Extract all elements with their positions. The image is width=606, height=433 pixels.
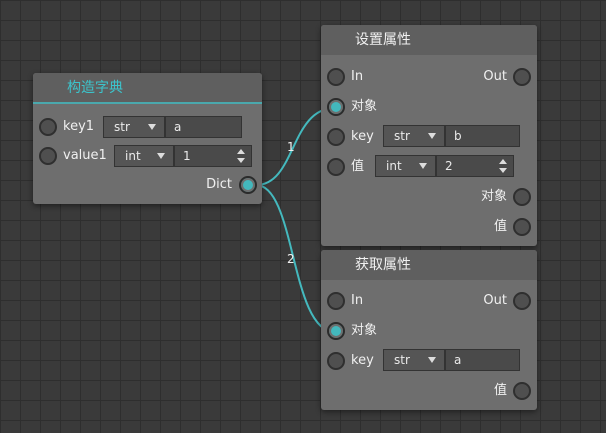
- key1-type-value: str: [114, 120, 130, 134]
- chevron-down-icon: [428, 133, 436, 139]
- value1-label: value1: [63, 148, 107, 163]
- key-type-select[interactable]: str: [383, 125, 445, 147]
- node-title: 构造字典: [67, 80, 123, 96]
- key-label: key: [351, 353, 374, 368]
- object-output-row: 对象: [321, 183, 537, 213]
- value-input-port[interactable]: [327, 158, 345, 176]
- node-graph-canvas[interactable]: 1 2 构造字典 key1 str a value1 int 1 Dict 设置…: [0, 0, 606, 433]
- dict-output-row: Dict: [33, 172, 262, 202]
- chevron-down-icon: [148, 124, 156, 130]
- key-value: b: [454, 129, 462, 143]
- key1-row: key1 str a: [33, 114, 262, 144]
- spin-down-icon[interactable]: [237, 158, 245, 163]
- node-set-attribute[interactable]: 设置属性 In Out 对象 key str b 值 int 2 对象 值: [321, 25, 537, 246]
- value-output-port[interactable]: [513, 382, 531, 400]
- key-input-port[interactable]: [327, 352, 345, 370]
- object-input-port[interactable]: [327, 322, 345, 340]
- node-get-attribute[interactable]: 获取属性 In Out 对象 key str a 值: [321, 250, 537, 410]
- spin-up-icon[interactable]: [499, 159, 507, 164]
- wire-label-1: 1: [287, 140, 295, 154]
- spin-up-icon[interactable]: [237, 149, 245, 154]
- node-header[interactable]: 获取属性: [321, 250, 537, 280]
- dict-output-port[interactable]: [239, 176, 257, 194]
- object-row: 对象: [321, 93, 537, 123]
- in-exec-port[interactable]: [327, 68, 345, 86]
- object-output-port[interactable]: [513, 188, 531, 206]
- key-value-input[interactable]: b: [445, 125, 520, 147]
- chevron-down-icon: [157, 153, 165, 159]
- value-output-row: 值: [321, 213, 537, 243]
- object-input-port[interactable]: [327, 98, 345, 116]
- key1-type-select[interactable]: str: [103, 116, 165, 138]
- key1-label: key1: [63, 119, 95, 134]
- value1-number-stepper[interactable]: 1: [174, 145, 252, 167]
- key-label: key: [351, 129, 374, 144]
- key1-input-port[interactable]: [39, 118, 57, 136]
- node-header[interactable]: 构造字典: [33, 73, 262, 104]
- value1-input-port[interactable]: [39, 147, 57, 165]
- node-make-dict[interactable]: 构造字典 key1 str a value1 int 1 Dict: [33, 73, 262, 204]
- value-output-row: 值: [321, 377, 537, 407]
- key-row: key str b: [321, 123, 537, 153]
- node-title: 设置属性: [355, 32, 411, 48]
- value1-type-value: int: [125, 149, 141, 163]
- key-input-port[interactable]: [327, 128, 345, 146]
- value-number-stepper[interactable]: 2: [436, 155, 514, 177]
- spin-down-icon[interactable]: [499, 168, 507, 173]
- node-header[interactable]: 设置属性: [321, 25, 537, 55]
- key1-value-input[interactable]: a: [165, 116, 242, 138]
- node-title: 获取属性: [355, 257, 411, 273]
- object-row: 对象: [321, 317, 537, 347]
- exec-row: In Out: [321, 63, 537, 93]
- in-label: In: [351, 293, 364, 308]
- value-type-select[interactable]: int: [375, 155, 436, 177]
- out-exec-port[interactable]: [513, 68, 531, 86]
- value-type-value: int: [386, 159, 402, 173]
- value-output-label: 值: [493, 383, 507, 398]
- value-value: 2: [445, 159, 453, 173]
- out-label: Out: [483, 69, 507, 84]
- chevron-down-icon: [419, 163, 427, 169]
- key1-value: a: [174, 120, 182, 134]
- key-type-value: str: [394, 353, 410, 367]
- wire-label-2: 2: [287, 252, 295, 266]
- value1-type-select[interactable]: int: [114, 145, 174, 167]
- value-output-port[interactable]: [513, 218, 531, 236]
- key-type-select[interactable]: str: [383, 349, 445, 371]
- key-value-input[interactable]: a: [445, 349, 520, 371]
- out-label: Out: [483, 293, 507, 308]
- key-type-value: str: [394, 129, 410, 143]
- object-output-label: 对象: [480, 189, 507, 204]
- key-value: a: [454, 353, 462, 367]
- value-output-label: 值: [493, 219, 507, 234]
- dict-output-label: Dict: [206, 177, 232, 192]
- chevron-down-icon: [428, 357, 436, 363]
- in-label: In: [351, 69, 364, 84]
- value1-row: value1 int 1: [33, 143, 262, 173]
- key-row: key str a: [321, 347, 537, 377]
- value-label: 值: [351, 159, 365, 174]
- out-exec-port[interactable]: [513, 292, 531, 310]
- value1-value: 1: [183, 149, 191, 163]
- object-label: 对象: [351, 323, 378, 338]
- in-exec-port[interactable]: [327, 292, 345, 310]
- value-row: 值 int 2: [321, 153, 537, 183]
- object-label: 对象: [351, 99, 378, 114]
- exec-row: In Out: [321, 287, 537, 317]
